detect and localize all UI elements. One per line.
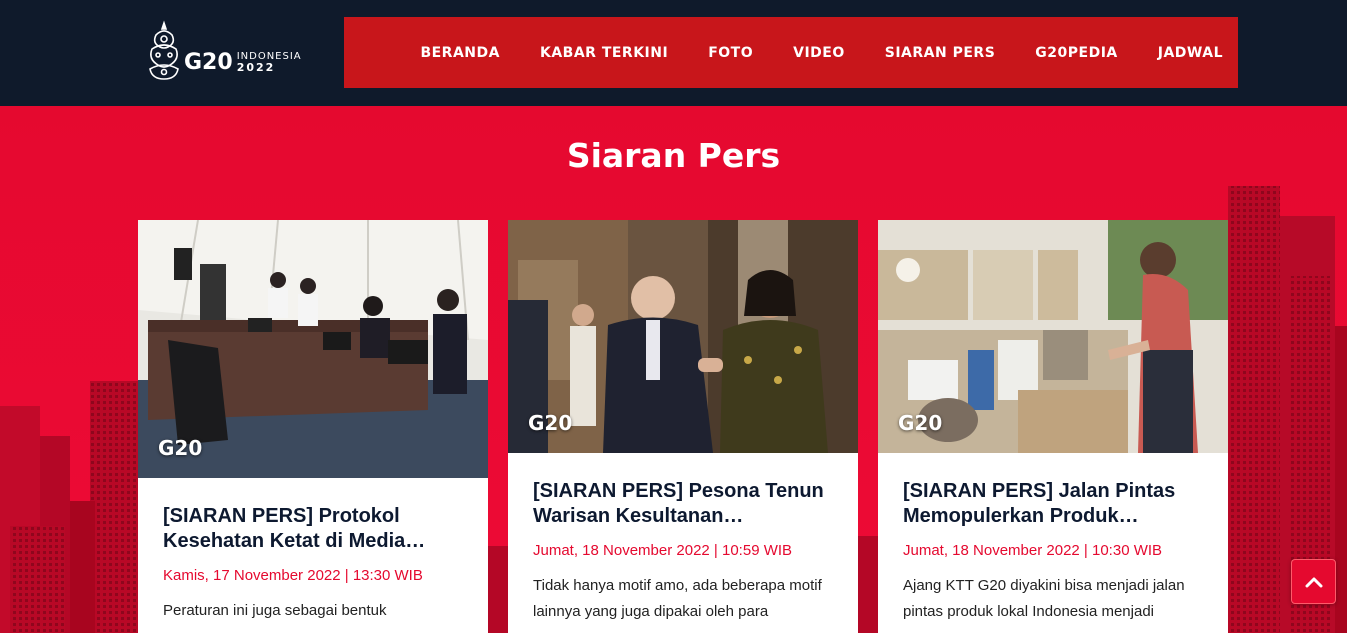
g20-emblem-icon [149,20,179,80]
press-card[interactable]: G20 [SIARAN PERS] Protokol Kesehatan Ket… [138,220,488,633]
nav-jadwal[interactable]: JADWAL [1158,45,1223,61]
nav-video[interactable]: VIDEO [793,45,845,61]
chevron-up-icon [1305,577,1322,587]
logo-year: 2022 [236,61,276,74]
card-badge: G20 [898,411,943,435]
section-title: Siaran Pers [566,136,781,175]
main-nav: BERANDA KABAR TERKINI FOTO VIDEO SIARAN … [344,17,1238,88]
nav-beranda[interactable]: BERANDA [420,45,500,61]
card-excerpt: Peraturan ini juga sebagai bentuk [163,602,387,619]
card-photo[interactable]: G20 [878,220,1228,453]
card-date: Jumat, 18 November 2022 | 10:59 WIB [533,542,793,559]
press-card[interactable]: G20 [SIARAN PERS] Jalan Pintas Memopuler… [878,220,1228,633]
card-photo[interactable]: G20 [138,220,488,478]
card-title[interactable]: [SIARAN PERS] Jalan Pintas Memopulerkan … [903,479,1203,529]
press-card[interactable]: G20 [SIARAN PERS] Pesona Tenun Warisan K… [508,220,858,633]
card-excerpt: Ajang KTT G20 diyakini bisa menjadi jala… [903,577,1185,620]
card-photo[interactable]: G20 [508,220,858,453]
card-badge: G20 [158,436,203,460]
card-title[interactable]: [SIARAN PERS] Protokol Kesehatan Ketat d… [163,504,463,554]
site-logo[interactable]: G20 INDONESIA 2022 [146,16,321,86]
card-date: Jumat, 18 November 2022 | 10:30 WIB [903,542,1163,559]
card-badge: G20 [528,411,573,435]
logo-g20-text: G20 [184,49,233,75]
nav-siaran-pers[interactable]: SIARAN PERS [885,45,996,61]
logo-subtext: INDONESIA 2022 [237,51,302,73]
nav-foto[interactable]: FOTO [708,45,753,61]
card-excerpt: Tidak hanya motif amo, ada beberapa moti… [533,577,822,620]
scroll-to-top-button[interactable] [1291,559,1336,604]
site-header: G20 INDONESIA 2022 BERANDA KABAR TERKINI… [0,0,1347,106]
card-date: Kamis, 17 November 2022 | 13:30 WIB [163,567,423,584]
nav-g20pedia[interactable]: G20PEDIA [1035,45,1117,61]
nav-kabar-terkini[interactable]: KABAR TERKINI [540,45,668,61]
card-title[interactable]: [SIARAN PERS] Pesona Tenun Warisan Kesul… [533,479,833,529]
